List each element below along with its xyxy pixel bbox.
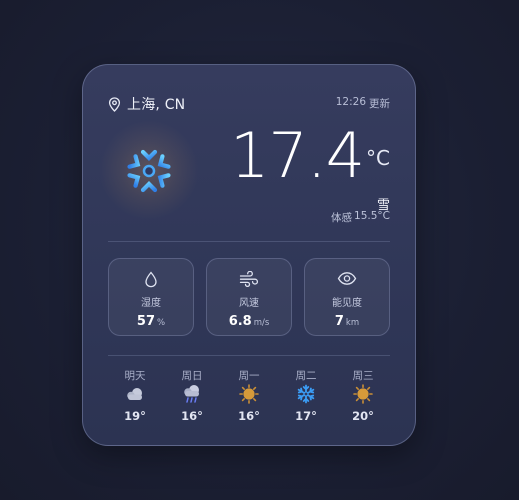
forecast-day-name: 周一: [238, 370, 260, 382]
forecast-day: 周三 20°: [336, 369, 390, 425]
forecast-temp: 20°: [352, 409, 374, 423]
feels-like-label: 体感: [331, 212, 353, 224]
sun-icon: [353, 384, 373, 408]
visibility-unit: km: [345, 318, 360, 328]
rain-cloud-icon: [181, 384, 203, 408]
forecast-day-name: 周三: [352, 370, 374, 382]
divider: [108, 355, 390, 356]
forecast-day: 周二 17°: [279, 369, 333, 425]
updated-clock: 12:26: [335, 96, 366, 108]
updated-time: 12:26 更新: [336, 96, 390, 111]
app-background: 上海, CN 12:26 更新 17.4 °C 雪 体感 15.5°C 湿度 5…: [0, 0, 519, 500]
temperature-unit: °C: [366, 146, 390, 170]
location[interactable]: 上海, CN: [108, 94, 185, 114]
forecast-list: 明天 19° 周日 16° 周一 16° 周二 17° 周三 20°: [108, 369, 390, 425]
forecast-temp: 16°: [181, 409, 203, 423]
map-pin-icon: [108, 96, 121, 112]
forecast-day-name: 周二: [295, 370, 317, 382]
forecast-day: 周日 16°: [165, 369, 219, 425]
visibility-card: 能见度 7 km: [304, 258, 390, 336]
humidity-unit: %: [157, 318, 166, 328]
divider: [108, 241, 390, 242]
sun-icon: [239, 384, 259, 408]
forecast-temp: 16°: [238, 409, 260, 423]
forecast-day-name: 周日: [181, 370, 203, 382]
humidity-label: 湿度: [141, 298, 161, 309]
snowflake-icon: [296, 384, 316, 408]
forecast-day: 明天 19°: [108, 369, 162, 425]
updated-label: 更新: [369, 98, 390, 110]
forecast-temp: 17°: [295, 409, 317, 423]
feels-like-value: 15.5°C: [354, 210, 390, 222]
current-temperature: 17.4 °C: [230, 123, 390, 189]
wind-number: 6.8: [228, 314, 252, 329]
forecast-day-name: 明天: [124, 370, 146, 382]
visibility-value: 7 km: [305, 310, 389, 329]
wind-unit: m/s: [253, 318, 270, 328]
cloud-icon: [124, 386, 146, 406]
wind-label: 风速: [239, 298, 259, 309]
wind-value: 6.8 m/s: [207, 310, 291, 329]
visibility-label: 能见度: [332, 298, 362, 309]
humidity-card: 湿度 57%: [108, 258, 194, 336]
weather-card: 上海, CN 12:26 更新 17.4 °C 雪 体感 15.5°C 湿度 5…: [82, 64, 416, 446]
location-name: 上海, CN: [127, 97, 186, 113]
forecast-temp: 19°: [124, 409, 146, 423]
wind-card: 风速 6.8 m/s: [206, 258, 292, 336]
forecast-day: 周一 16°: [222, 369, 276, 425]
visibility-number: 7: [334, 314, 344, 329]
feels-like: 体感 15.5°C: [331, 210, 390, 225]
humidity-number: 57: [136, 314, 155, 329]
current-weather-icon-glow: [99, 120, 199, 220]
humidity-value: 57%: [109, 310, 193, 329]
weather-stats: 湿度 57% 风速 6.8 m/s 能见度 7 km: [108, 258, 390, 336]
temperature-value: 17.4: [229, 119, 365, 192]
